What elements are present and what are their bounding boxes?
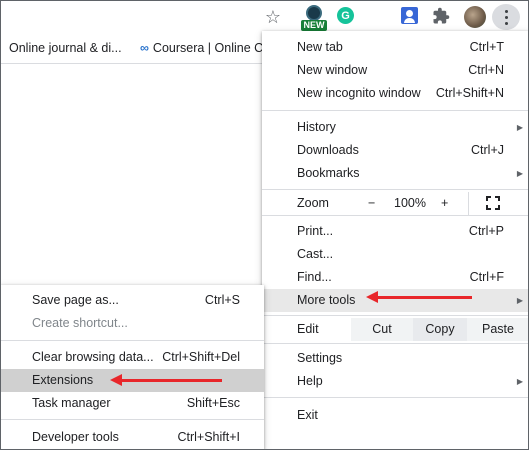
menu-item-find[interactable]: Find... Ctrl+F bbox=[262, 266, 529, 289]
paste-button[interactable]: Paste bbox=[467, 318, 529, 341]
zoom-in-button[interactable]: + bbox=[441, 192, 448, 215]
menu-item-new-tab[interactable]: New tab Ctrl+T bbox=[262, 36, 529, 59]
menu-shortcut: Ctrl+Shift+N bbox=[435, 86, 504, 100]
bookmark-item[interactable]: ∞ Coursera | Online C bbox=[140, 41, 263, 55]
menu-label: Clear browsing data... bbox=[32, 350, 154, 364]
menu-shortcut: Shift+Esc bbox=[186, 396, 240, 410]
menu-shortcut: Ctrl+J bbox=[471, 143, 504, 157]
menu-label: Extensions bbox=[32, 373, 94, 387]
menu-item-history[interactable]: History ▶ bbox=[262, 116, 529, 139]
menu-shortcut: Ctrl+N bbox=[468, 63, 504, 77]
menu-label: Help bbox=[297, 374, 323, 388]
menu-item-downloads[interactable]: Downloads Ctrl+J bbox=[262, 139, 529, 162]
menu-label: Zoom bbox=[297, 196, 329, 210]
extension-new-icon[interactable]: NEW bbox=[301, 4, 327, 32]
menu-separator bbox=[262, 215, 529, 216]
menu-label: Task manager bbox=[32, 396, 111, 410]
menu-shortcut: Ctrl+Shift+Del bbox=[162, 350, 240, 364]
menu-item-bookmarks[interactable]: Bookmarks ▶ bbox=[262, 162, 529, 185]
menu-item-more-tools[interactable]: More tools ▶ bbox=[262, 289, 529, 312]
menu-separator bbox=[262, 397, 529, 398]
menu-item-cast[interactable]: Cast... bbox=[262, 243, 529, 266]
menu-label: Create shortcut... bbox=[32, 316, 128, 330]
browser-toolbar: ☆ NEW G bbox=[0, 0, 529, 34]
extensions-puzzle-icon[interactable] bbox=[432, 7, 450, 25]
menu-label: Find... bbox=[297, 270, 332, 284]
menu-shortcut: Ctrl+F bbox=[469, 270, 504, 284]
menu-separator bbox=[262, 343, 529, 344]
menu-edit-row: Edit Cut Copy Paste bbox=[262, 318, 529, 341]
cut-button[interactable]: Cut bbox=[351, 318, 413, 341]
extension-disc-icon bbox=[306, 5, 322, 21]
menu-label: Exit bbox=[297, 408, 318, 422]
submenu-arrow-icon: ▶ bbox=[516, 296, 523, 305]
menu-label: Save page as... bbox=[32, 293, 119, 307]
grammarly-icon[interactable]: G bbox=[337, 7, 354, 24]
menu-label: Settings bbox=[297, 351, 343, 365]
chrome-main-menu: New tab Ctrl+T New window Ctrl+N New inc… bbox=[262, 31, 529, 450]
menu-separator bbox=[0, 419, 264, 420]
menu-label: Bookmarks bbox=[297, 166, 360, 180]
menu-separator bbox=[262, 110, 529, 111]
bookmark-label: Online journal & di... bbox=[9, 41, 122, 55]
new-badge: NEW bbox=[301, 20, 327, 31]
menu-shortcut: Ctrl+T bbox=[469, 40, 504, 54]
fullscreen-icon[interactable] bbox=[486, 196, 500, 210]
menu-label: Downloads bbox=[297, 143, 359, 157]
menu-label: Print... bbox=[297, 224, 334, 238]
menu-separator bbox=[0, 340, 264, 341]
menu-separator bbox=[262, 189, 529, 190]
menu-label: Developer tools bbox=[32, 430, 119, 444]
submenu-arrow-icon: ▶ bbox=[516, 169, 523, 178]
menu-item-new-incognito-window[interactable]: New incognito window Ctrl+Shift+N bbox=[262, 82, 529, 105]
copy-button[interactable]: Copy bbox=[413, 318, 467, 341]
profile-avatar[interactable] bbox=[464, 6, 486, 28]
menu-shortcut: Ctrl+P bbox=[468, 224, 504, 238]
menu-label: New incognito window bbox=[297, 86, 421, 100]
more-tools-submenu: Save page as... Ctrl+S Create shortcut..… bbox=[0, 285, 264, 450]
menu-label: New tab bbox=[297, 40, 343, 54]
zoom-level: 100% bbox=[394, 196, 426, 210]
menu-item-settings[interactable]: Settings bbox=[262, 347, 529, 370]
menu-label: More tools bbox=[297, 293, 356, 307]
menu-item-print[interactable]: Print... Ctrl+P bbox=[262, 220, 529, 243]
annotation-arrow-more-tools bbox=[366, 291, 472, 303]
menu-item-help[interactable]: Help ▶ bbox=[262, 370, 529, 393]
bookmark-label: Coursera | Online C bbox=[152, 41, 264, 55]
bookmark-item[interactable]: Online journal & di... bbox=[9, 41, 122, 55]
menu-separator bbox=[262, 315, 529, 316]
menu-zoom-row: Zoom − 100% + bbox=[262, 192, 529, 215]
submenu-item-clear-browsing-data[interactable]: Clear browsing data... Ctrl+Shift+Del bbox=[0, 346, 264, 369]
menu-label: New window bbox=[297, 63, 368, 77]
menu-label: Edit bbox=[297, 322, 319, 336]
menu-item-exit[interactable]: Exit bbox=[262, 404, 529, 427]
submenu-item-task-manager[interactable]: Task manager Shift+Esc bbox=[0, 392, 264, 415]
menu-label: Cast... bbox=[297, 247, 334, 261]
menu-shortcut: Ctrl+Shift+I bbox=[177, 430, 240, 444]
submenu-item-save-page[interactable]: Save page as... Ctrl+S bbox=[0, 289, 264, 312]
menu-item-new-window[interactable]: New window Ctrl+N bbox=[262, 59, 529, 82]
submenu-arrow-icon: ▶ bbox=[516, 377, 523, 386]
user-profile-extension-icon[interactable] bbox=[401, 7, 418, 24]
submenu-item-developer-tools[interactable]: Developer tools Ctrl+Shift+I bbox=[0, 426, 264, 449]
chrome-menu-button[interactable] bbox=[492, 4, 520, 30]
more-vert-icon bbox=[504, 8, 508, 26]
menu-label: History bbox=[297, 120, 336, 134]
bookmark-star-icon[interactable]: ☆ bbox=[262, 6, 284, 28]
zoom-out-button[interactable]: − bbox=[368, 192, 375, 215]
zoom-divider bbox=[468, 192, 469, 215]
annotation-arrow-extensions bbox=[110, 374, 222, 386]
submenu-item-create-shortcut: Create shortcut... bbox=[0, 312, 264, 335]
submenu-arrow-icon: ▶ bbox=[516, 123, 523, 132]
menu-shortcut: Ctrl+S bbox=[204, 293, 240, 307]
coursera-icon: ∞ bbox=[140, 41, 149, 55]
